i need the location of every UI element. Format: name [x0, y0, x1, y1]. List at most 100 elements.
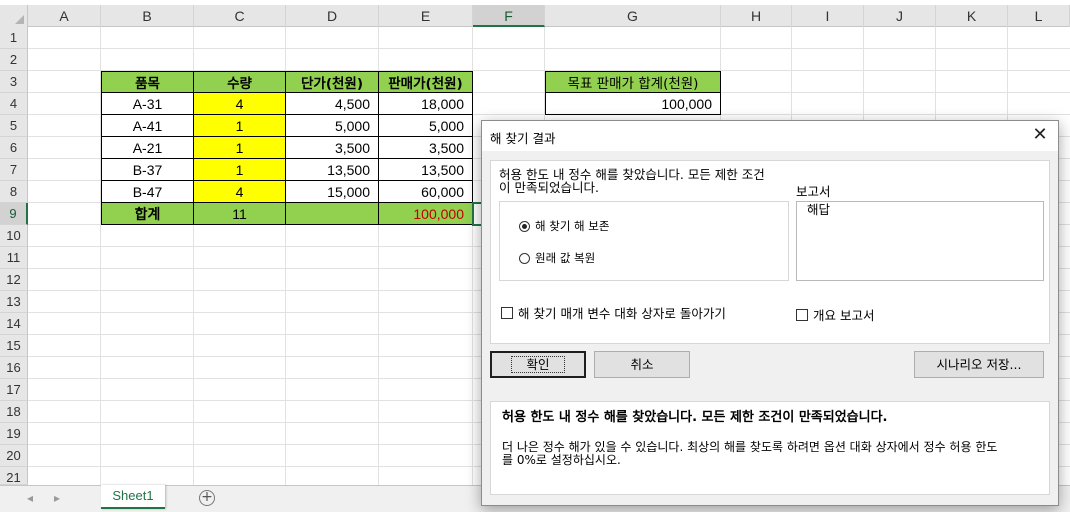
row-header[interactable]: 8 [0, 181, 28, 203]
sheet-tab[interactable]: Sheet1 [101, 485, 165, 509]
ok-button-label: 확인 [511, 356, 565, 373]
solver-results-dialog: 해 찾기 결과 ✕ 허용 한도 내 정수 해를 찾았습니다. 모든 제한 조건 … [481, 120, 1059, 506]
table-cell-sale-price[interactable]: 18,000 [379, 93, 473, 115]
column-header-i[interactable]: I [792, 5, 864, 27]
solution-options-group: 해 찾기 해 보존 원래 값 복원 [499, 201, 789, 281]
row-header[interactable]: 19 [0, 423, 28, 445]
row-header[interactable]: 18 [0, 401, 28, 423]
info-body-line1: 더 나은 정수 해가 있을 수 있습니다. 최상의 해를 찾도록 하려면 옵션 … [502, 440, 998, 454]
table-cell-unit-price[interactable]: 3,500 [286, 137, 379, 159]
row-header[interactable]: 12 [0, 269, 28, 291]
cancel-button[interactable]: 취소 [594, 351, 690, 378]
table-header-qty[interactable]: 수량 [194, 71, 286, 93]
add-sheet-icon[interactable]: + [199, 490, 215, 506]
result-group: 허용 한도 내 정수 해를 찾았습니다. 모든 제한 조건 이 만족되었습니다.… [490, 160, 1050, 344]
total-qty-cell[interactable]: 11 [194, 203, 286, 225]
row-header[interactable]: 17 [0, 379, 28, 401]
column-header-b[interactable]: B [101, 5, 194, 27]
row-header[interactable]: 10 [0, 225, 28, 247]
column-header-d[interactable]: D [286, 5, 379, 27]
row-header[interactable]: 21 [0, 467, 28, 485]
reports-listbox[interactable]: 해답 [796, 201, 1044, 281]
info-title: 허용 한도 내 정수 해를 찾았습니다. 모든 제한 조건이 만족되었습니다. [502, 410, 888, 425]
table-cell-item[interactable]: A-41 [101, 115, 194, 137]
outline-reports-label: 개요 보고서 [813, 308, 875, 323]
column-header-g[interactable]: G [545, 5, 721, 27]
row-header[interactable]: 3 [0, 71, 28, 93]
column-header-k[interactable]: K [936, 5, 1008, 27]
report-item-answer[interactable]: 해답 [807, 202, 1033, 218]
target-header-cell[interactable]: 목표 판매가 합계(천원) [545, 71, 721, 93]
row-header[interactable]: 5 [0, 115, 28, 137]
radio-selected-icon [519, 220, 530, 232]
checkbox-unchecked-icon [796, 308, 808, 321]
checkbox-unchecked-icon [501, 306, 513, 319]
table-header-item[interactable]: 품목 [101, 71, 194, 93]
column-header-l[interactable]: L [1008, 5, 1070, 27]
table-cell-sale-price[interactable]: 60,000 [379, 181, 473, 203]
save-scenario-button[interactable]: 시나리오 저장... [914, 351, 1044, 378]
info-body-line2: 를 0%로 설정하십시오. [502, 453, 621, 467]
table-cell-unit-price[interactable]: 15,000 [286, 181, 379, 203]
table-cell-sale-price[interactable]: 13,500 [379, 159, 473, 181]
dialog-title-bar[interactable]: 해 찾기 결과 ✕ [482, 121, 1058, 151]
table-cell-unit-price[interactable]: 5,000 [286, 115, 379, 137]
reports-label: 보고서 [796, 184, 831, 199]
next-sheet-icon[interactable]: ▸ [54, 491, 60, 505]
table-cell-qty[interactable]: 1 [194, 137, 286, 159]
keep-solution-label: 해 찾기 해 보존 [535, 219, 610, 233]
row-header[interactable]: 16 [0, 357, 28, 379]
close-icon[interactable]: ✕ [1028, 124, 1052, 148]
dialog-title: 해 찾기 결과 [490, 131, 556, 146]
result-info-box: 허용 한도 내 정수 해를 찾았습니다. 모든 제한 조건이 만족되었습니다. … [490, 401, 1050, 495]
row-header[interactable]: 13 [0, 291, 28, 313]
row-header[interactable]: 20 [0, 445, 28, 467]
column-header-h[interactable]: H [721, 5, 792, 27]
ok-button[interactable]: 확인 [490, 351, 586, 378]
restore-values-label: 원래 값 복원 [535, 251, 596, 265]
select-all-corner[interactable] [0, 5, 28, 27]
return-to-params-checkbox[interactable]: 해 찾기 매개 변수 대화 상자로 돌아가기 [501, 303, 726, 322]
total-label-cell[interactable]: 합계 [101, 203, 194, 225]
table-header-sale-price[interactable]: 판매가(천원) [379, 71, 473, 93]
column-header-e[interactable]: E [379, 5, 473, 27]
restore-values-radio[interactable]: 원래 값 복원 [519, 250, 595, 266]
column-header-a[interactable]: A [28, 5, 101, 27]
column-header-c[interactable]: C [194, 5, 286, 27]
row-header[interactable]: 9 [0, 203, 28, 225]
total-sale-cell[interactable]: 100,000 [379, 203, 473, 225]
row-header[interactable]: 2 [0, 49, 28, 71]
table-header-unit-price[interactable]: 단가(천원) [286, 71, 379, 93]
target-value-cell[interactable]: 100,000 [545, 93, 721, 115]
table-cell-item[interactable]: B-47 [101, 181, 194, 203]
column-header-f[interactable]: F [473, 5, 545, 27]
column-header-j[interactable]: J [864, 5, 936, 27]
row-header[interactable]: 1 [0, 27, 28, 49]
table-cell-qty[interactable]: 4 [194, 181, 286, 203]
row-header[interactable]: 4 [0, 93, 28, 115]
row-header[interactable]: 14 [0, 313, 28, 335]
return-to-params-label: 해 찾기 매개 변수 대화 상자로 돌아가기 [518, 306, 726, 321]
row-header[interactable]: 15 [0, 335, 28, 357]
keep-solution-radio[interactable]: 해 찾기 해 보존 [519, 218, 609, 234]
row-header[interactable]: 7 [0, 159, 28, 181]
row-header[interactable]: 11 [0, 247, 28, 269]
table-cell-qty[interactable]: 1 [194, 115, 286, 137]
table-cell-unit-price[interactable]: 4,500 [286, 93, 379, 115]
total-unit-price-cell[interactable] [286, 203, 379, 225]
row-header[interactable]: 6 [0, 137, 28, 159]
radio-unselected-icon [519, 252, 530, 264]
grid-row-line [28, 48, 1070, 49]
table-cell-qty[interactable]: 1 [194, 159, 286, 181]
table-cell-sale-price[interactable]: 5,000 [379, 115, 473, 137]
table-cell-item[interactable]: A-31 [101, 93, 194, 115]
table-cell-qty[interactable]: 4 [194, 93, 286, 115]
result-message-line2: 이 만족되었습니다. [499, 180, 599, 195]
table-cell-item[interactable]: B-37 [101, 159, 194, 181]
table-cell-item[interactable]: A-21 [101, 137, 194, 159]
column-header-row: A B C D E F G H I J K L [0, 5, 1070, 27]
previous-sheet-icon[interactable]: ◂ [27, 491, 33, 505]
outline-reports-checkbox[interactable]: 개요 보고서 [796, 305, 874, 324]
table-cell-unit-price[interactable]: 13,500 [286, 159, 379, 181]
table-cell-sale-price[interactable]: 3,500 [379, 137, 473, 159]
